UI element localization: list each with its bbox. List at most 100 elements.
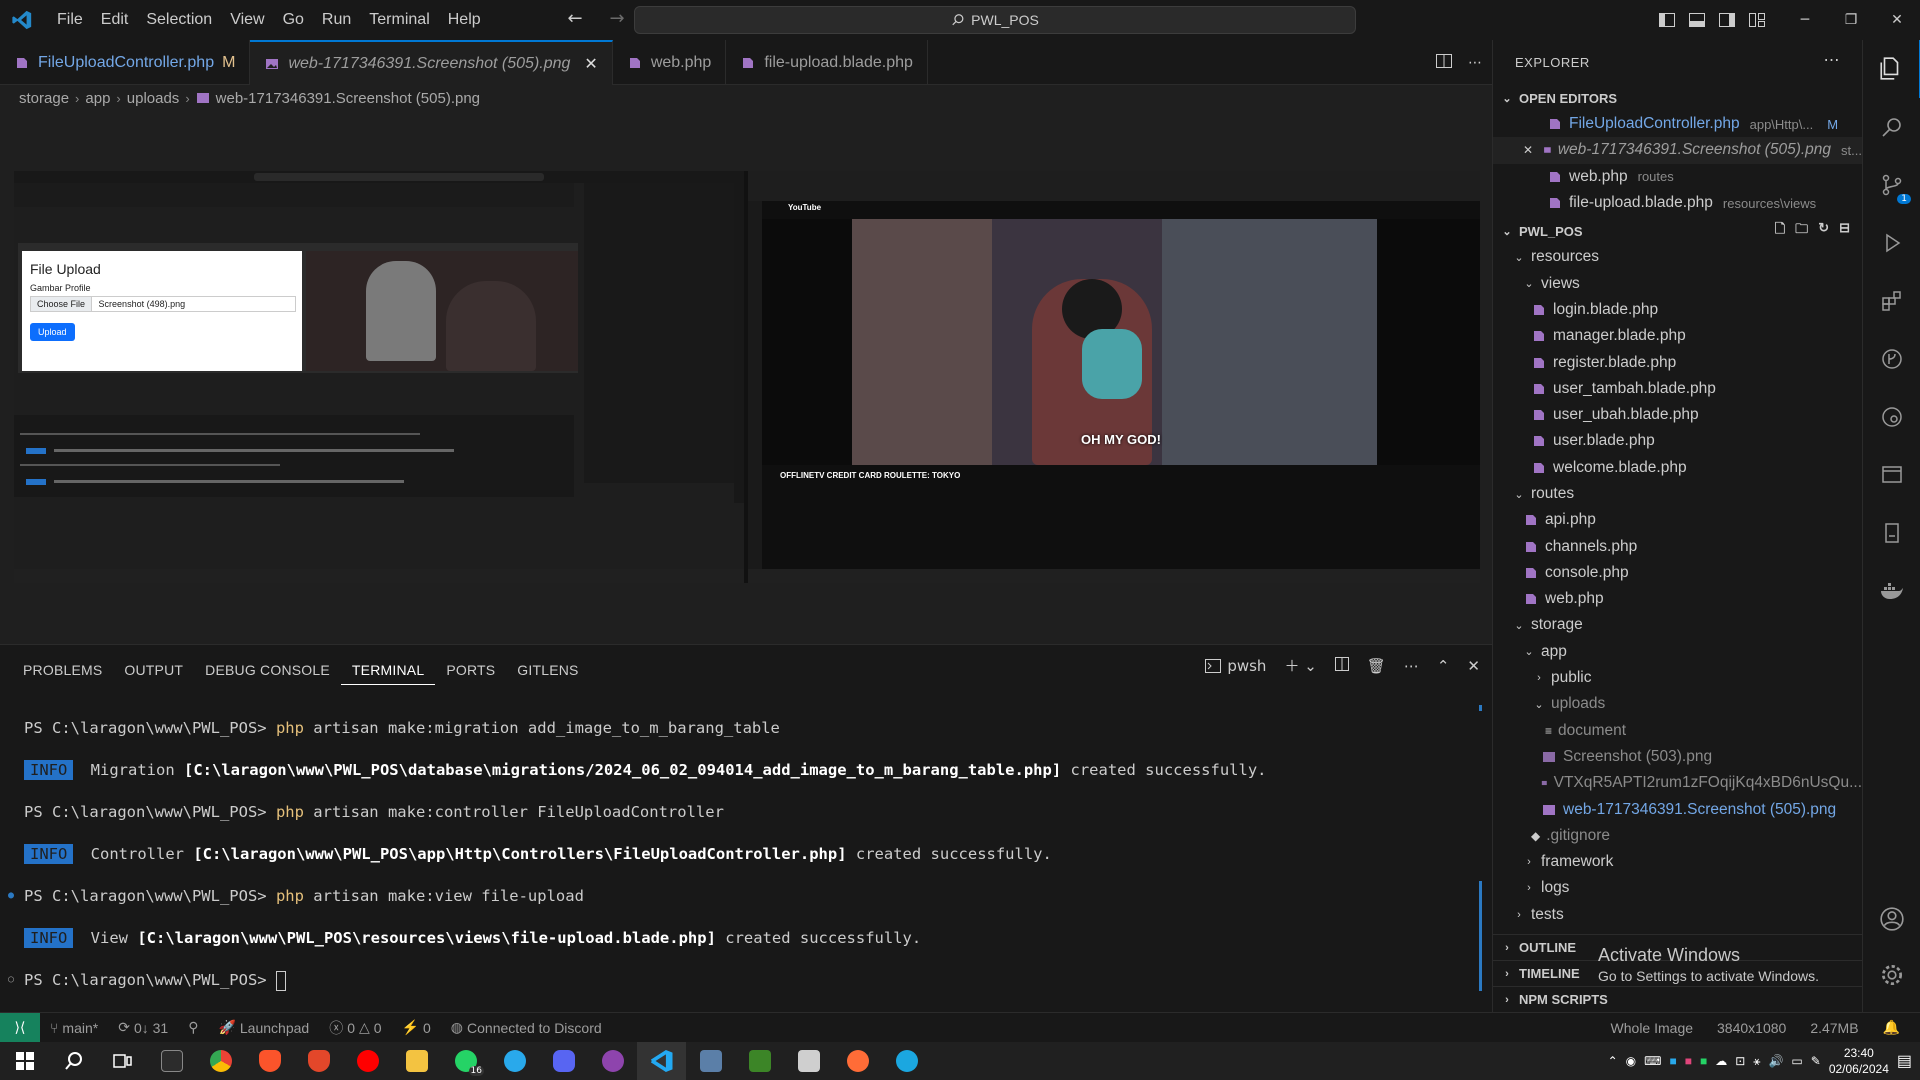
discord-status[interactable]: ◍ Connected to Discord [441,1019,612,1036]
panel-tab-debug-console[interactable]: DEBUG CONSOLE [194,655,341,685]
folder-tests[interactable]: › tests [1493,902,1862,928]
breadcrumb-item[interactable]: storage [19,90,69,107]
open-editor-item[interactable]: FileUploadController.php app\Http\... M [1493,111,1862,137]
remote-explorer-icon[interactable] [1863,446,1920,504]
close-tab-icon[interactable]: ✕ [584,54,597,74]
task-view-icon[interactable] [98,1042,147,1080]
file-item[interactable]: VTXqR5APTI2rum1zFOqijKq4xBD6nUsQu... [1493,770,1862,796]
settings-gear-icon[interactable] [1863,946,1920,1004]
gitlens-inspect-icon[interactable] [1863,388,1920,446]
brave-nightly-icon[interactable] [294,1042,343,1080]
command-center[interactable]: PWL_POS [634,6,1356,34]
youtube-icon[interactable] [343,1042,392,1080]
open-editor-item[interactable]: web.php routes [1493,164,1862,190]
telegram-icon[interactable] [490,1042,539,1080]
split-editor-icon[interactable] [1436,53,1452,72]
tab-web-php[interactable]: web.php [613,40,727,85]
file-item[interactable]: user.blade.php [1493,428,1862,454]
folder-framework[interactable]: › framework [1493,849,1862,875]
tray-app-icon[interactable]: ■ [1685,1054,1692,1068]
folder-uploads[interactable]: ⌄ uploads [1493,691,1862,717]
folder-public[interactable]: › public [1493,665,1862,691]
file-item[interactable]: welcome.blade.php [1493,455,1862,481]
panel-tab-terminal[interactable]: TERMINAL [340,655,436,685]
file-item-selected[interactable]: web-1717346391.Screenshot (505).png [1493,796,1862,822]
git-sync[interactable]: ⟳ 0↓ 31 [108,1019,178,1036]
notebook-icon[interactable] [1863,504,1920,562]
tray-app-icon[interactable]: ■ [1700,1054,1707,1068]
more-actions-icon[interactable]: ⋯ [1824,50,1841,70]
notifications-bell-icon[interactable]: 🔔 [1873,1019,1910,1036]
postman-icon[interactable] [833,1042,882,1080]
new-file-icon[interactable]: 🗋 [1775,220,1785,242]
close-panel-icon[interactable]: ✕ [1467,657,1480,675]
minecraft-icon[interactable] [735,1042,784,1080]
open-editors-section[interactable]: ⌄ OPEN EDITORS [1493,85,1862,111]
toggle-panel-icon[interactable] [1682,0,1712,40]
account-icon[interactable] [1863,890,1920,948]
tray-pen-icon[interactable]: ✎ [1811,1054,1821,1068]
source-control-icon[interactable]: 1 [1863,156,1920,214]
folder-resources[interactable]: ⌄ resources [1493,244,1862,270]
windows-search-icon[interactable] [49,1042,98,1080]
gitlens-icon[interactable] [1863,330,1920,388]
breadcrumb-item[interactable]: web-1717346391.Screenshot (505).png [216,90,480,107]
panel-tab-output[interactable]: OUTPUT [113,655,194,685]
file-item[interactable]: api.php [1493,507,1862,533]
file-item[interactable]: console.php [1493,560,1862,586]
npm-scripts-section[interactable]: › NPM SCRIPTS [1493,986,1863,1012]
menu-help[interactable]: Help [439,0,490,40]
tray-display-icon[interactable]: ▭ [1791,1054,1802,1068]
more-actions-icon[interactable]: ⋯ [1404,657,1419,675]
tray-steam-icon[interactable]: ◉ [1626,1054,1636,1068]
github-desktop-icon[interactable] [588,1042,637,1080]
file-explorer-icon[interactable] [392,1042,441,1080]
file-item[interactable]: channels.php [1493,533,1862,559]
windows-start-icon[interactable] [0,1042,49,1080]
tab-file-upload-controller[interactable]: FileUploadController.php M [0,40,251,85]
tray-app-icon[interactable]: ■ [1669,1054,1676,1068]
split-terminal-icon[interactable] [1334,656,1349,675]
new-terminal-icon[interactable]: ＋ ⌄ [1284,655,1316,676]
file-item[interactable]: login.blade.php [1493,297,1862,323]
git-graph-icon[interactable]: ⚲ [178,1019,208,1036]
tray-wifi-icon[interactable]: ⚹ [1753,1054,1760,1069]
vscode-taskbar-icon[interactable] [637,1042,686,1080]
back-arrow-icon[interactable]: ← [565,8,585,29]
collapse-all-icon[interactable]: ⊟ [1839,220,1850,242]
menu-selection[interactable]: Selection [137,0,221,40]
tray-app-icon[interactable]: ⊡ [1735,1054,1745,1068]
discord-icon[interactable] [539,1042,588,1080]
open-editor-item[interactable]: ✕ web-1717346391.Screenshot (505).png st.… [1493,137,1862,164]
toggle-primary-sidebar-icon[interactable] [1652,0,1682,40]
run-debug-icon[interactable] [1863,214,1920,272]
git-branch[interactable]: ⑂ main* [40,1020,108,1036]
open-editor-item[interactable]: file-upload.blade.php resources\views [1493,190,1862,216]
laragon-icon[interactable] [882,1042,931,1080]
image-zoom-mode[interactable]: Whole Image [1601,1019,1703,1036]
folder-routes[interactable]: ⌄ routes [1493,481,1862,507]
tab-screenshot-png[interactable]: web-1717346391.Screenshot (505).png ✕ [250,40,613,85]
folder-app-icon[interactable] [784,1042,833,1080]
folder-logs[interactable]: › logs [1493,875,1862,901]
terminal-app-icon[interactable] [147,1042,196,1080]
brave-icon[interactable] [245,1042,294,1080]
menu-view[interactable]: View [221,0,273,40]
extensions-icon[interactable] [1863,272,1920,330]
taskbar-clock[interactable]: 23:40 02/06/2024 [1829,1045,1889,1077]
terminal-output[interactable]: PS C:\laragon\www\PWL_POS> php artisan m… [8,707,1474,1001]
refresh-icon[interactable]: ↻ [1818,220,1829,242]
menu-go[interactable]: Go [274,0,313,40]
folder-app[interactable]: ⌄ app [1493,639,1862,665]
file-item[interactable]: register.blade.php [1493,349,1862,375]
file-item[interactable]: ◆ .gitignore [1493,823,1862,849]
file-item[interactable]: manager.blade.php [1493,323,1862,349]
file-item[interactable]: user_ubah.blade.php [1493,402,1862,428]
project-section[interactable]: ⌄ PWL_POS 🗋 🗀 ↻ ⊟ [1493,218,1862,244]
restore-icon[interactable]: ❐ [1828,0,1874,40]
panel-tab-ports[interactable]: PORTS [435,655,506,685]
trash-icon[interactable]: 🗑 [1367,657,1386,675]
file-item[interactable]: web.php [1493,586,1862,612]
folder-storage[interactable]: ⌄ storage [1493,612,1862,638]
tray-volume-icon[interactable]: 🔊 [1768,1054,1783,1068]
